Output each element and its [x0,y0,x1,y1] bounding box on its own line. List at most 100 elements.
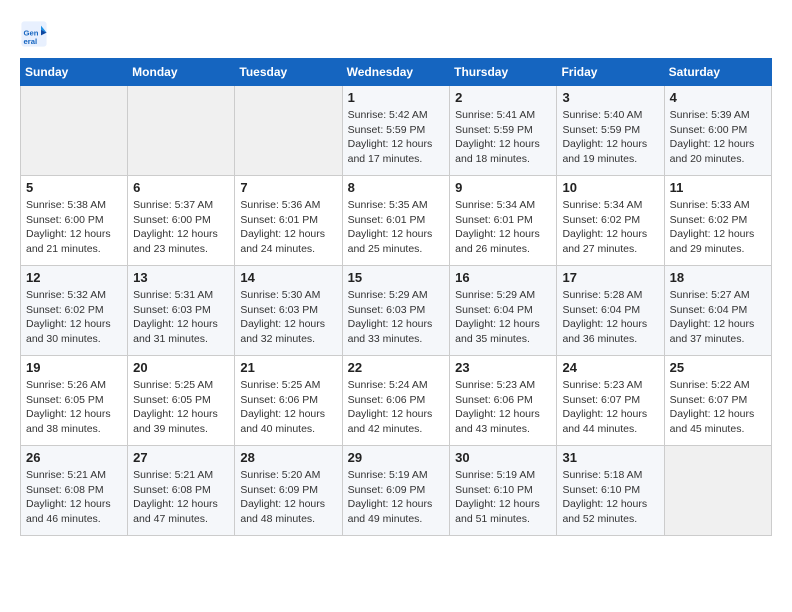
calendar-cell: 9 Sunrise: 5:34 AM Sunset: 6:01 PM Daylig… [450,176,557,266]
day-number: 30 [455,450,551,465]
calendar-table: SundayMondayTuesdayWednesdayThursdayFrid… [20,58,772,536]
day-info: Sunrise: 5:19 AM Sunset: 6:09 PM Dayligh… [348,468,445,527]
day-number: 31 [562,450,658,465]
calendar-cell [664,446,771,536]
day-number: 25 [670,360,766,375]
day-number: 4 [670,90,766,105]
calendar-cell [128,86,235,176]
day-info: Sunrise: 5:33 AM Sunset: 6:02 PM Dayligh… [670,198,766,257]
day-info: Sunrise: 5:25 AM Sunset: 6:05 PM Dayligh… [133,378,229,437]
day-info: Sunrise: 5:38 AM Sunset: 6:00 PM Dayligh… [26,198,122,257]
calendar-cell: 3 Sunrise: 5:40 AM Sunset: 5:59 PM Daylig… [557,86,664,176]
day-info: Sunrise: 5:27 AM Sunset: 6:04 PM Dayligh… [670,288,766,347]
calendar-cell: 30 Sunrise: 5:19 AM Sunset: 6:10 PM Dayli… [450,446,557,536]
calendar-cell: 26 Sunrise: 5:21 AM Sunset: 6:08 PM Dayli… [21,446,128,536]
day-info: Sunrise: 5:31 AM Sunset: 6:03 PM Dayligh… [133,288,229,347]
calendar-cell: 17Sunrise: 5:28 AM Sunset: 6:04 PM Dayli… [557,266,664,356]
calendar-header-row: SundayMondayTuesdayWednesdayThursdayFrid… [21,59,772,86]
day-info: Sunrise: 5:25 AM Sunset: 6:06 PM Dayligh… [240,378,336,437]
day-number: 14 [240,270,336,285]
column-header-friday: Friday [557,59,664,86]
week-row-3: 12Sunrise: 5:32 AM Sunset: 6:02 PM Dayli… [21,266,772,356]
day-info: Sunrise: 5:37 AM Sunset: 6:00 PM Dayligh… [133,198,229,257]
calendar-cell: 15 Sunrise: 5:29 AM Sunset: 6:03 PM Dayli… [342,266,450,356]
calendar-cell [235,86,342,176]
day-info: Sunrise: 5:24 AM Sunset: 6:06 PM Dayligh… [348,378,445,437]
week-row-4: 19 Sunrise: 5:26 AM Sunset: 6:05 PM Dayli… [21,356,772,446]
day-info: Sunrise: 5:28 AM Sunset: 6:04 PM Dayligh… [562,288,658,347]
day-info: Sunrise: 5:40 AM Sunset: 5:59 PM Dayligh… [562,108,658,167]
day-number: 23 [455,360,551,375]
calendar-cell: 18Sunrise: 5:27 AM Sunset: 6:04 PM Dayli… [664,266,771,356]
day-number: 3 [562,90,658,105]
day-number: 6 [133,180,229,195]
calendar-cell: 16 Sunrise: 5:29 AM Sunset: 6:04 PM Dayli… [450,266,557,356]
week-row-1: 1 Sunrise: 5:42 AM Sunset: 5:59 PM Daylig… [21,86,772,176]
day-number: 1 [348,90,445,105]
day-info: Sunrise: 5:20 AM Sunset: 6:09 PM Dayligh… [240,468,336,527]
day-number: 22 [348,360,445,375]
day-number: 10 [562,180,658,195]
column-header-monday: Monday [128,59,235,86]
calendar-cell: 2 Sunrise: 5:41 AM Sunset: 5:59 PM Daylig… [450,86,557,176]
calendar-cell: 4Sunrise: 5:39 AM Sunset: 6:00 PM Daylig… [664,86,771,176]
calendar-cell: 22 Sunrise: 5:24 AM Sunset: 6:06 PM Dayli… [342,356,450,446]
column-header-tuesday: Tuesday [235,59,342,86]
column-header-saturday: Saturday [664,59,771,86]
day-info: Sunrise: 5:23 AM Sunset: 6:06 PM Dayligh… [455,378,551,437]
day-info: Sunrise: 5:42 AM Sunset: 5:59 PM Dayligh… [348,108,445,167]
week-row-5: 26 Sunrise: 5:21 AM Sunset: 6:08 PM Dayli… [21,446,772,536]
day-number: 2 [455,90,551,105]
day-info: Sunrise: 5:21 AM Sunset: 6:08 PM Dayligh… [26,468,122,527]
day-info: Sunrise: 5:34 AM Sunset: 6:02 PM Dayligh… [562,198,658,257]
day-info: Sunrise: 5:36 AM Sunset: 6:01 PM Dayligh… [240,198,336,257]
svg-text:Gen: Gen [24,28,39,37]
calendar-cell: 6 Sunrise: 5:37 AM Sunset: 6:00 PM Daylig… [128,176,235,266]
calendar-cell: 11 Sunrise: 5:33 AM Sunset: 6:02 PM Dayli… [664,176,771,266]
day-info: Sunrise: 5:18 AM Sunset: 6:10 PM Dayligh… [562,468,658,527]
day-number: 26 [26,450,122,465]
svg-text:eral: eral [24,37,38,46]
column-header-wednesday: Wednesday [342,59,450,86]
page-header: Gen eral [20,20,772,48]
week-row-2: 5 Sunrise: 5:38 AM Sunset: 6:00 PM Daylig… [21,176,772,266]
day-info: Sunrise: 5:21 AM Sunset: 6:08 PM Dayligh… [133,468,229,527]
calendar-cell: 19 Sunrise: 5:26 AM Sunset: 6:05 PM Dayli… [21,356,128,446]
day-info: Sunrise: 5:41 AM Sunset: 5:59 PM Dayligh… [455,108,551,167]
day-number: 28 [240,450,336,465]
calendar-cell: 14 Sunrise: 5:30 AM Sunset: 6:03 PM Dayli… [235,266,342,356]
calendar-cell: 25 Sunrise: 5:22 AM Sunset: 6:07 PM Dayli… [664,356,771,446]
calendar-cell: 23 Sunrise: 5:23 AM Sunset: 6:06 PM Dayli… [450,356,557,446]
calendar-cell: 20Sunrise: 5:25 AM Sunset: 6:05 PM Dayli… [128,356,235,446]
day-info: Sunrise: 5:35 AM Sunset: 6:01 PM Dayligh… [348,198,445,257]
calendar-cell [21,86,128,176]
day-info: Sunrise: 5:23 AM Sunset: 6:07 PM Dayligh… [562,378,658,437]
day-number: 21 [240,360,336,375]
day-number: 13 [133,270,229,285]
column-header-sunday: Sunday [21,59,128,86]
day-number: 16 [455,270,551,285]
day-info: Sunrise: 5:34 AM Sunset: 6:01 PM Dayligh… [455,198,551,257]
day-number: 27 [133,450,229,465]
day-number: 5 [26,180,122,195]
day-number: 29 [348,450,445,465]
calendar-cell: 7 Sunrise: 5:36 AM Sunset: 6:01 PM Daylig… [235,176,342,266]
calendar-cell: 8 Sunrise: 5:35 AM Sunset: 6:01 PM Daylig… [342,176,450,266]
calendar-cell: 24Sunrise: 5:23 AM Sunset: 6:07 PM Dayli… [557,356,664,446]
day-number: 15 [348,270,445,285]
calendar-cell: 1 Sunrise: 5:42 AM Sunset: 5:59 PM Daylig… [342,86,450,176]
logo-icon: Gen eral [20,20,48,48]
day-info: Sunrise: 5:22 AM Sunset: 6:07 PM Dayligh… [670,378,766,437]
day-number: 9 [455,180,551,195]
calendar-cell: 27 Sunrise: 5:21 AM Sunset: 6:08 PM Dayli… [128,446,235,536]
logo: Gen eral [20,20,52,48]
day-info: Sunrise: 5:26 AM Sunset: 6:05 PM Dayligh… [26,378,122,437]
day-info: Sunrise: 5:29 AM Sunset: 6:03 PM Dayligh… [348,288,445,347]
day-number: 19 [26,360,122,375]
day-number: 11 [670,180,766,195]
day-info: Sunrise: 5:30 AM Sunset: 6:03 PM Dayligh… [240,288,336,347]
day-number: 8 [348,180,445,195]
day-number: 7 [240,180,336,195]
day-info: Sunrise: 5:19 AM Sunset: 6:10 PM Dayligh… [455,468,551,527]
day-info: Sunrise: 5:29 AM Sunset: 6:04 PM Dayligh… [455,288,551,347]
